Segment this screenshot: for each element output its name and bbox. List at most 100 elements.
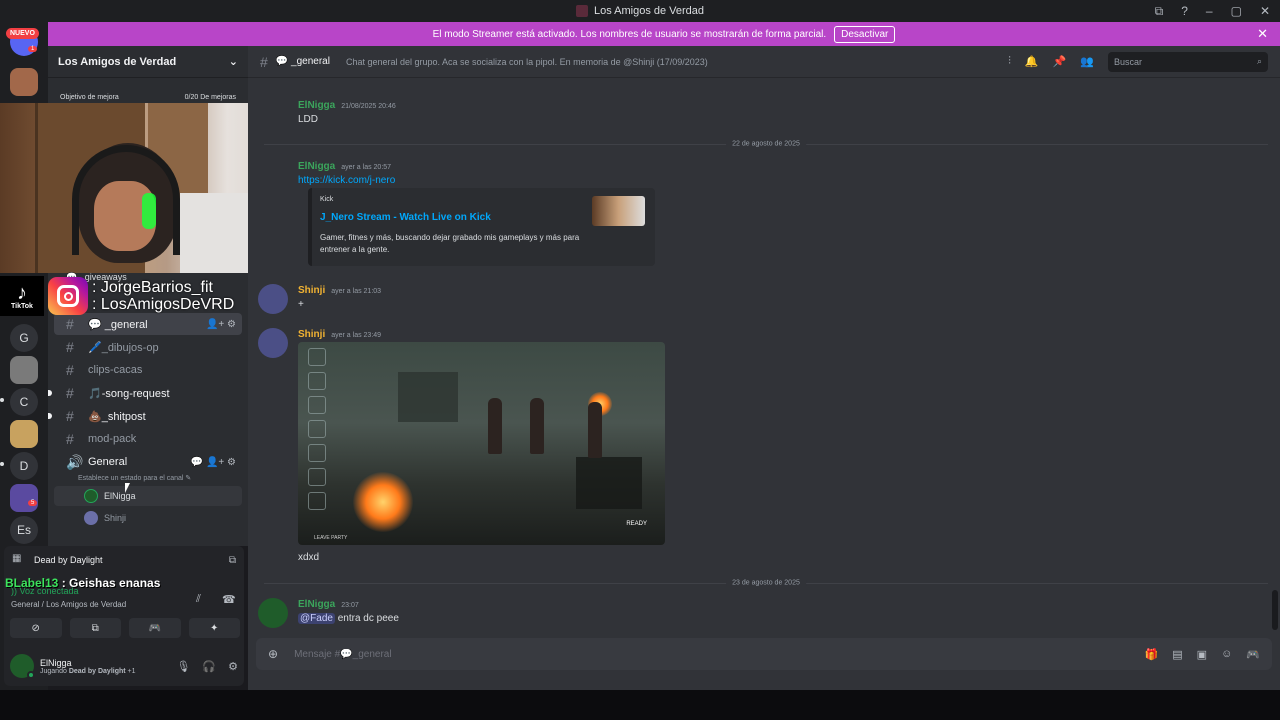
game-activity[interactable]: ▦ Dead by Daylight ⧉ xyxy=(4,546,244,574)
voice-user[interactable]: Shinji xyxy=(54,508,242,528)
disable-streamer-button[interactable]: Desactivar xyxy=(834,25,896,43)
instagram-icon xyxy=(48,277,88,315)
voice-channel-general[interactable]: 🔊 General 💬 👤+ ⚙ xyxy=(54,451,242,473)
channel-list: 💬 _giveaways # 💬 _general 👤+ ⚙ # 🖊️_dibu… xyxy=(48,272,248,528)
server-icon[interactable] xyxy=(10,484,38,512)
channel-item[interactable]: # 💩_shitpost xyxy=(48,405,242,427)
channel-topic[interactable]: Chat general del grupo. Aca se socializa… xyxy=(346,57,708,67)
tiktok-icon: ♪ xyxy=(17,281,27,304)
noise-suppression-icon[interactable]: ⫽ xyxy=(196,593,201,606)
game-name: Dead by Daylight xyxy=(34,555,103,565)
close-icon[interactable]: ✕ xyxy=(1257,26,1268,42)
avatar[interactable] xyxy=(10,654,35,679)
user-controls: 🎙 🎧 ⚙ xyxy=(176,660,238,673)
voice-user[interactable]: ElNigga xyxy=(54,486,242,506)
online-status xyxy=(27,671,35,679)
embed-thumbnail[interactable] xyxy=(592,196,645,226)
channel-item[interactable]: # clips-cacas xyxy=(54,359,242,381)
channel-item[interactable]: # 🖊️_dibujos-op xyxy=(54,336,242,358)
guild-header[interactable]: Los Amigos de Verdad ⌄ xyxy=(48,46,248,78)
screen-share-button[interactable]: ⧉ xyxy=(69,618,121,638)
mouse-cursor xyxy=(125,483,135,493)
avatar xyxy=(84,489,98,503)
image-attachment[interactable]: LEAVE PARTY READY xyxy=(298,342,665,545)
message[interactable]: ElNigga 23:07 @Fade entra dc peee xyxy=(258,596,1158,630)
server-icon[interactable] xyxy=(10,356,38,384)
stream-icon[interactable]: ⧉ xyxy=(229,555,236,566)
signal-icon: )) xyxy=(11,586,17,596)
voice-location[interactable]: General / Los Amigos de Verdad xyxy=(11,600,126,609)
avatar[interactable] xyxy=(258,284,288,314)
headphones-icon[interactable]: 🎧 xyxy=(202,660,216,673)
message-link[interactable]: https://kick.com/j-nero xyxy=(298,175,395,186)
leave-party-label: LEAVE PARTY xyxy=(314,535,348,541)
camera-off-button[interactable]: ⊘ xyxy=(10,618,62,638)
image-content xyxy=(588,402,602,458)
voice-channel-label: General xyxy=(88,456,128,468)
user-name: ElNigga xyxy=(40,657,72,668)
close-button[interactable]: ✕ xyxy=(1260,4,1270,18)
window-titlebar: Los Amigos de Verdad ⧉ ? – ▢ ✕ xyxy=(0,0,1280,22)
threads-icon[interactable]: ⫶ xyxy=(1008,55,1011,68)
message-author: ElNigga 21/08/2025 20:46 xyxy=(298,100,396,111)
search-placeholder: Buscar xyxy=(1114,56,1143,67)
hash-icon: # xyxy=(66,431,74,447)
apps-icon[interactable]: 🎮 xyxy=(1246,648,1260,661)
pin-icon[interactable]: 📌 xyxy=(1053,55,1067,68)
scrollbar[interactable] xyxy=(1272,590,1278,630)
voice-channel-actions[interactable]: 💬 👤+ ⚙ xyxy=(191,457,236,468)
server-letter[interactable]: C xyxy=(10,388,38,416)
maximize-button[interactable]: ▢ xyxy=(1231,4,1242,18)
gif-icon[interactable]: ▤ xyxy=(1172,648,1182,661)
members-icon[interactable]: 👥 xyxy=(1080,55,1094,68)
channel-item-general[interactable]: # 💬 _general 👤+ ⚙ xyxy=(54,313,242,335)
server-letter[interactable]: Es xyxy=(10,516,38,544)
avatar[interactable] xyxy=(258,598,288,628)
soundboard-button[interactable]: ✦ xyxy=(188,618,240,638)
message[interactable]: Shinji ayer a las 23:49 LEAVE PARTY READY… xyxy=(258,326,1158,568)
add-attachment-icon[interactable]: ⊕ xyxy=(268,647,278,661)
invite-settings-icons[interactable]: 👤+ ⚙ xyxy=(206,319,236,330)
message-text: xdxd xyxy=(298,552,320,563)
server-icon[interactable] xyxy=(10,68,38,96)
server-icon[interactable] xyxy=(10,420,38,448)
message[interactable]: ElNigga ayer a las 20:57 https://kick.com… xyxy=(258,158,1158,348)
server-letter[interactable]: G xyxy=(10,324,38,352)
message[interactable]: Shinji ayer a las 21:03 + xyxy=(258,282,1158,316)
notification-badge: 5 xyxy=(28,500,38,506)
channel-item[interactable]: # 🎵-song-request xyxy=(48,382,242,404)
link-embed[interactable]: Kick J_Nero Stream - Watch Live on Kick … xyxy=(308,188,655,266)
embed-title[interactable]: J_Nero Stream - Watch Live on Kick xyxy=(320,212,491,223)
image-content xyxy=(576,457,642,509)
gear-icon[interactable]: ⚙ xyxy=(228,660,238,673)
help-icon[interactable]: ? xyxy=(1181,4,1188,18)
activity-button[interactable]: 🎮 xyxy=(129,618,181,638)
bell-icon[interactable]: 🔔 xyxy=(1025,55,1039,68)
avatar[interactable] xyxy=(258,328,288,358)
user-info[interactable]: ElNigga Jugando Dead by Daylight +1 xyxy=(40,658,136,675)
microphone-icon[interactable]: 🎙 xyxy=(176,660,190,673)
emoji-icon[interactable]: ☺ xyxy=(1221,648,1232,661)
gift-icon[interactable]: 🎁 xyxy=(1145,648,1159,661)
message-text: @Fade entra dc peee xyxy=(298,613,399,624)
channel-label: 💬 _general xyxy=(88,318,148,331)
message-text: + xyxy=(298,299,304,310)
guild-name: Los Amigos de Verdad xyxy=(58,55,177,68)
message-input[interactable] xyxy=(294,648,1145,660)
voice-connected[interactable]: )) Voz conectada xyxy=(11,586,79,596)
social-handle: : JorgeBarrios_fit xyxy=(92,279,213,296)
sticker-icon[interactable]: ▣ xyxy=(1197,648,1207,661)
header-icons: ⫶ 🔔 📌 👥 Buscar ⌕ xyxy=(1008,51,1268,72)
minimize-button[interactable]: – xyxy=(1206,4,1213,18)
disconnect-icon[interactable]: ☎ xyxy=(222,593,236,606)
voice-status-text[interactable]: Establece un estado para el canal ✎ xyxy=(48,474,248,484)
date-divider: 23 de agosto de 2025 xyxy=(264,579,1268,587)
message[interactable]: ElNigga 21/08/2025 20:46 LDD xyxy=(258,97,1158,127)
screen-share-icon[interactable]: ⧉ xyxy=(1155,4,1164,19)
server-letter[interactable]: D xyxy=(10,452,38,480)
image-content xyxy=(398,372,458,422)
channel-item[interactable]: # mod-pack xyxy=(54,428,242,450)
user-mention[interactable]: @Fade xyxy=(298,613,335,624)
game-icon: ▦ xyxy=(12,553,22,564)
search-input[interactable]: Buscar ⌕ xyxy=(1108,51,1268,72)
